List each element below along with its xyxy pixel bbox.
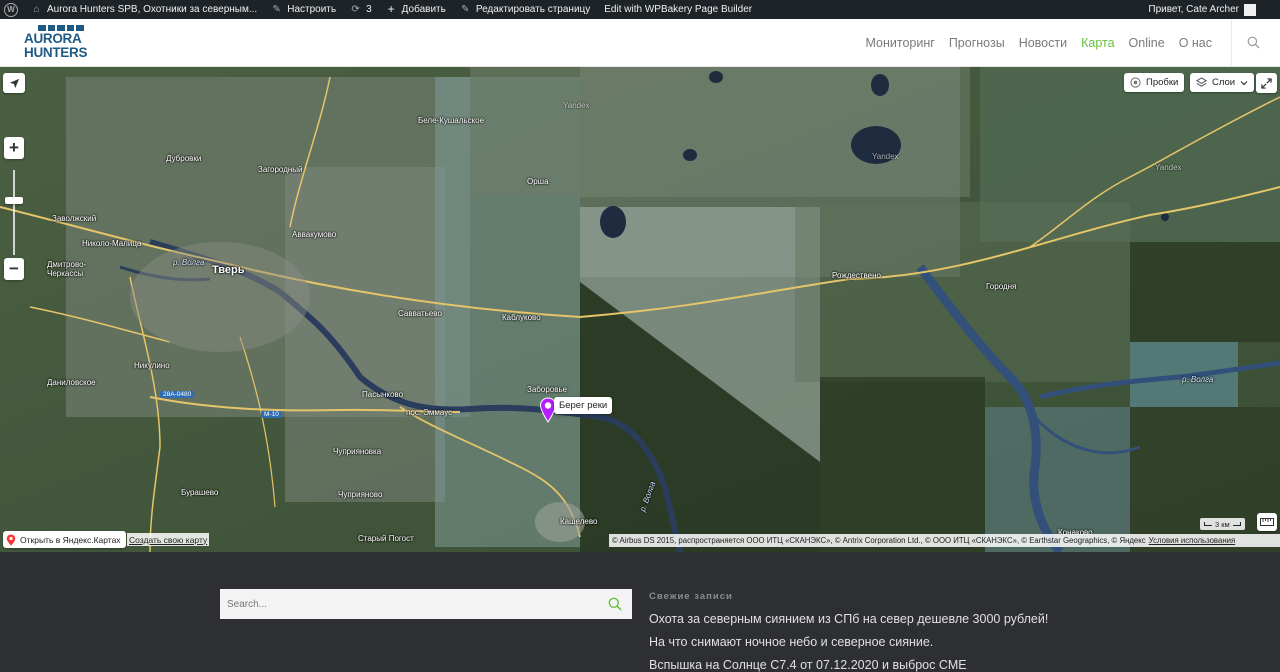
yandex-map[interactable]: Тверь Дубровки Загородный Заволжский Ник… bbox=[0, 67, 1280, 552]
map-label-burashevo: Бурашево bbox=[181, 488, 219, 497]
location-arrow-icon bbox=[9, 78, 19, 88]
recent-posts-title: Свежие записи bbox=[649, 591, 733, 602]
zoom-in-button[interactable]: + bbox=[4, 137, 24, 159]
avatar bbox=[1244, 3, 1256, 16]
dashboard-icon: ⌂ bbox=[33, 4, 40, 15]
map-label-kablukovo: Каблуково bbox=[502, 313, 541, 322]
fullscreen-button[interactable] bbox=[1256, 73, 1277, 93]
nav-item-online[interactable]: Online bbox=[1129, 36, 1165, 50]
traffic-button[interactable]: Пробки bbox=[1124, 73, 1185, 92]
map-label-tver: Тверь bbox=[212, 264, 245, 276]
plus-icon: + bbox=[387, 2, 395, 16]
plus-icon: + bbox=[9, 138, 19, 157]
footer-search-form bbox=[220, 589, 632, 619]
search-icon[interactable] bbox=[1247, 36, 1260, 49]
map-label-volga-east: р. Волга bbox=[1182, 375, 1214, 384]
map-label-nikulino: Никулино bbox=[134, 361, 170, 370]
nav-item-forecasts[interactable]: Прогнозы bbox=[949, 36, 1005, 50]
map-scale: 3 км bbox=[1200, 518, 1245, 530]
site-header: AURORA HUNTERS Мониторинг Прогнозы Новос… bbox=[0, 19, 1280, 67]
pencil-icon: ✎ bbox=[461, 4, 470, 15]
minus-icon: − bbox=[9, 259, 19, 278]
recent-post-link[interactable]: На что снимают ночное небо и северное си… bbox=[649, 635, 933, 649]
chevron-down-icon bbox=[1240, 80, 1248, 85]
create-map-link[interactable]: Создать свою карту bbox=[127, 533, 210, 546]
road-badge-m10: М-10 bbox=[261, 411, 282, 418]
layers-dropdown[interactable]: Слои bbox=[1190, 73, 1255, 92]
refresh-icon: ⟳ bbox=[351, 4, 360, 15]
map-copyright: © Airbus DS 2015, распространяется ООО И… bbox=[609, 534, 1280, 547]
layers-icon bbox=[1196, 77, 1207, 87]
admin-account[interactable]: Привет, Cate Archer bbox=[1148, 3, 1280, 16]
map-label-dubrovki: Дубровки bbox=[166, 154, 202, 163]
zoom-out-button[interactable]: − bbox=[4, 258, 24, 280]
wp-admin-bar: W ⌂ Aurora Hunters SPB, Охотники за севе… bbox=[0, 0, 1280, 19]
nav-item-monitoring[interactable]: Мониторинг bbox=[865, 36, 934, 50]
admin-wpbakery[interactable]: Edit with WPBakery Page Builder bbox=[597, 0, 759, 19]
main-nav: Мониторинг Прогнозы Новости Карта Online… bbox=[865, 19, 1212, 67]
recent-post-link[interactable]: Охота за северным сиянием из СПб на севе… bbox=[649, 612, 1048, 626]
map-label-emmaus: пос. Эммаус bbox=[406, 408, 453, 417]
nav-item-news[interactable]: Новости bbox=[1019, 36, 1067, 50]
satellite-imagery[interactable] bbox=[0, 67, 1280, 552]
search-icon[interactable] bbox=[608, 597, 622, 611]
map-label-chuprianovka: Чуприяновка bbox=[333, 447, 382, 456]
zoom-slider-handle[interactable] bbox=[5, 197, 23, 204]
brush-icon: ✎ bbox=[272, 4, 281, 15]
open-in-yandex-maps-link[interactable]: Открыть в Яндекс.Картах bbox=[3, 531, 126, 548]
map-label-rozhdestveno: Рождествено bbox=[832, 271, 881, 280]
admin-add-new[interactable]: + Добавить bbox=[379, 0, 453, 19]
map-watermark: Yandex bbox=[1155, 163, 1182, 172]
map-label-zagorodny: Загородный bbox=[258, 165, 303, 174]
map-label-pasynkovo: Пасынково bbox=[362, 390, 404, 399]
map-label-avvakumovo: Аввакумово bbox=[292, 230, 337, 239]
map-watermark: Yandex bbox=[872, 152, 899, 161]
map-label-gorodnya: Городня bbox=[986, 282, 1017, 291]
logo-bars bbox=[38, 25, 84, 31]
road-badge-28a: 28А-0480 bbox=[160, 391, 195, 398]
geolocation-button[interactable] bbox=[3, 73, 25, 93]
map-label-chuprianovo: Чуприяново bbox=[338, 490, 383, 499]
map-label-danilovskoe: Даниловское bbox=[47, 378, 96, 387]
traffic-icon bbox=[1130, 77, 1141, 88]
map-watermark: Yandex bbox=[563, 101, 590, 110]
search-input[interactable] bbox=[220, 589, 608, 619]
nav-item-map[interactable]: Карта bbox=[1081, 36, 1114, 50]
wordpress-icon[interactable]: W bbox=[4, 2, 18, 17]
site-footer: Свежие записи Охота за северным сиянием … bbox=[0, 552, 1280, 672]
ruler-icon bbox=[1260, 518, 1274, 526]
map-label-zaborovye: Заборовье bbox=[527, 385, 568, 394]
recent-post-link[interactable]: Вспышка на Солнце С7.4 от 07.12.2020 и в… bbox=[649, 658, 967, 672]
map-label-nikolevo: Кашелево bbox=[560, 517, 598, 526]
map-label-beloe: Беле-Кушальское bbox=[418, 116, 485, 125]
zoom-slider[interactable] bbox=[13, 170, 15, 255]
map-label-savvatevo: Савватьево bbox=[398, 309, 442, 318]
admin-updates[interactable]: ⟳ 3 bbox=[343, 0, 379, 19]
map-pin-icon bbox=[6, 534, 16, 545]
admin-customize[interactable]: ✎ Настроить bbox=[264, 0, 343, 19]
site-logo[interactable]: AURORA HUNTERS bbox=[24, 25, 87, 60]
ruler-button[interactable] bbox=[1257, 513, 1277, 531]
map-label-stary-pogost: Старый Погост bbox=[358, 534, 414, 543]
divider bbox=[1231, 19, 1232, 67]
placemark-label[interactable]: Берег реки bbox=[554, 397, 613, 414]
map-label-volga: р. Волга bbox=[173, 258, 205, 267]
map-label-orsha: Орша bbox=[527, 177, 549, 186]
map-label-dmitrovo: Дмитрово-Черкассы bbox=[47, 260, 87, 278]
expand-icon bbox=[1261, 77, 1272, 89]
terms-link[interactable]: Условия использования bbox=[1149, 536, 1236, 545]
map-label-nikolo: Николо-Малица bbox=[82, 239, 142, 248]
admin-edit-page[interactable]: ✎ Редактировать страницу bbox=[453, 0, 597, 19]
map-label-zavolzhsky: Заволжский bbox=[52, 214, 97, 223]
nav-item-about[interactable]: О нас bbox=[1179, 36, 1212, 50]
admin-site-name[interactable]: ⌂ Aurora Hunters SPB, Охотники за северн… bbox=[24, 0, 264, 19]
